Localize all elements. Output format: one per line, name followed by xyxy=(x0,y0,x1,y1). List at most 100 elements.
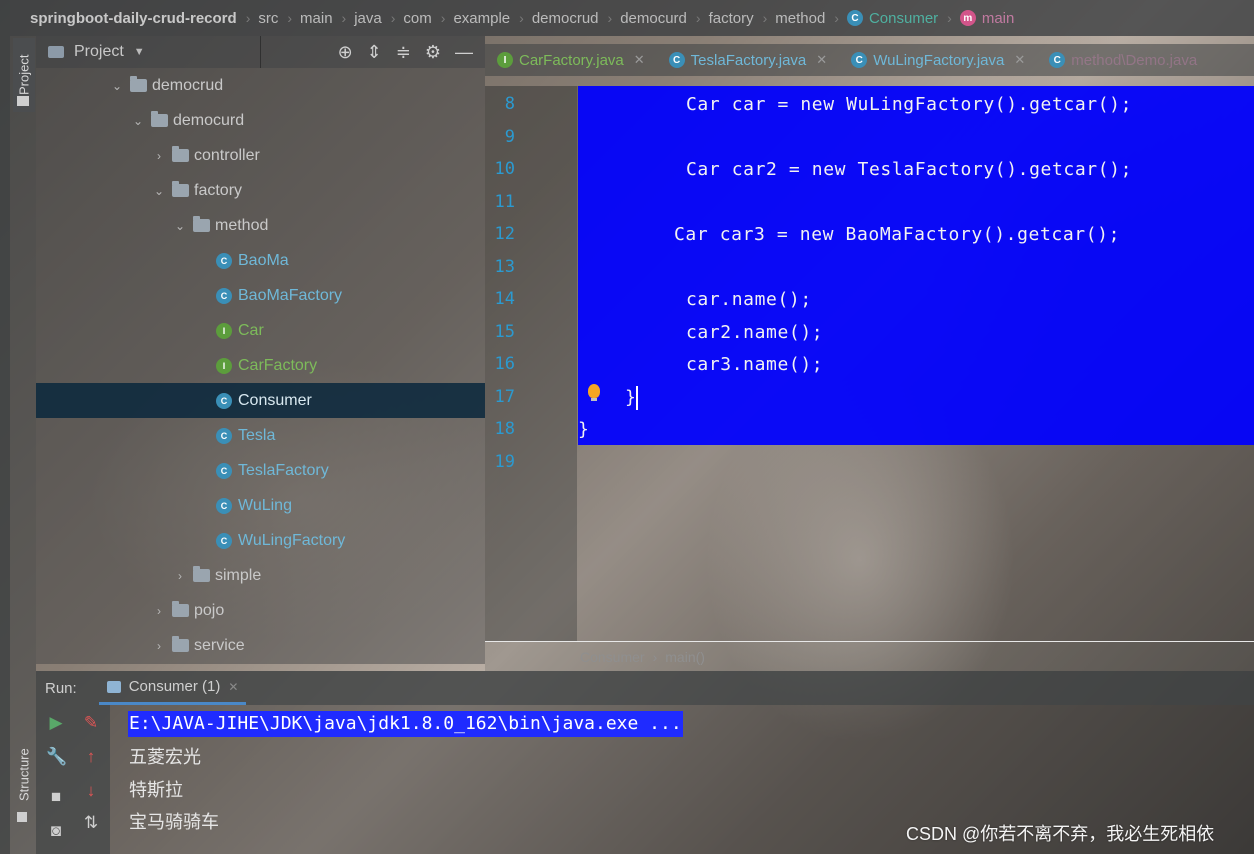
code-line-12[interactable]: Car car3 = new BaoMaFactory().getcar(); xyxy=(674,224,1120,245)
chevron-right-icon[interactable]: › xyxy=(173,569,187,583)
tree-folder-democurd[interactable]: ⌄ democurd xyxy=(36,103,485,138)
interface-icon: I xyxy=(216,322,232,339)
class-icon: C xyxy=(216,497,232,514)
breadcrumb-separator: › xyxy=(245,10,251,26)
chevron-down-icon[interactable]: ⌄ xyxy=(152,184,166,198)
arrow-down-icon[interactable]: ↓ xyxy=(81,781,101,801)
breadcrumb-democrud[interactable]: democrud xyxy=(532,10,599,27)
breadcrumb-method-main[interactable]: m main xyxy=(959,10,1014,27)
breadcrumb-democurd[interactable]: democurd xyxy=(620,10,687,27)
tree-class-baomafactory[interactable]: C BaoMaFactory xyxy=(36,278,485,313)
breadcrumb-com[interactable]: com xyxy=(403,10,431,27)
breadcrumb-factory[interactable]: factory xyxy=(709,10,754,27)
close-icon[interactable]: ✕ xyxy=(228,680,238,694)
gear-icon[interactable]: ⚙ xyxy=(425,42,441,63)
structure-side-tab[interactable]: Structure xyxy=(13,740,35,810)
project-panel-title[interactable]: Project xyxy=(74,43,124,61)
tree-label: WuLingFactory xyxy=(238,531,346,549)
tab-label: WuLingFactory.java xyxy=(873,51,1005,69)
tree-class-tesla[interactable]: C Tesla xyxy=(36,418,485,453)
chevron-down-icon[interactable]: ⌄ xyxy=(131,114,145,128)
tab-carfactory[interactable]: I CarFactory.java ✕ xyxy=(485,44,657,76)
breadcrumb-src[interactable]: src xyxy=(258,10,278,27)
camera-icon[interactable]: ◙ xyxy=(46,821,66,841)
locate-icon[interactable]: ⊕ xyxy=(338,42,353,63)
console-output-line: 宝马骑骑车 xyxy=(129,812,219,833)
chevron-right-icon[interactable]: › xyxy=(152,639,166,653)
footer-method[interactable]: main() xyxy=(665,649,705,665)
breadcrumb-main[interactable]: main xyxy=(300,10,333,27)
footer-class[interactable]: Consumer xyxy=(580,649,645,665)
code-line-8[interactable]: Car car = new WuLingFactory().getcar(); xyxy=(686,94,1132,115)
project-folder-icon xyxy=(48,46,64,58)
tree-class-consumer[interactable]: C Consumer xyxy=(36,383,485,418)
breadcrumb-java[interactable]: java xyxy=(354,10,382,27)
tree-class-teslafactory[interactable]: C TeslaFactory xyxy=(36,453,485,488)
run-tab-consumer[interactable]: Consumer (1) ✕ xyxy=(98,671,247,705)
tool-window-strip xyxy=(10,36,36,854)
chevron-right-icon[interactable]: › xyxy=(152,604,166,618)
breadcrumb-class[interactable]: C Consumer xyxy=(846,10,938,27)
line-number-gutter: 8 9 10 11 12 13 14 15 16 17 18 19 xyxy=(485,86,577,641)
tree-interface-car[interactable]: I Car xyxy=(36,313,485,348)
folder-icon xyxy=(17,96,29,106)
tab-teslafactory[interactable]: C TeslaFactory.java ✕ xyxy=(657,44,840,76)
arrow-up-icon[interactable]: ↑ xyxy=(81,747,101,767)
tree-label: BaoMaFactory xyxy=(238,286,343,304)
lightbulb-icon[interactable] xyxy=(588,384,600,401)
breadcrumb-method[interactable]: method xyxy=(775,10,825,27)
wrench-icon[interactable]: 🔧 xyxy=(46,747,67,767)
tree-label: controller xyxy=(194,146,260,164)
tree-interface-carfactory[interactable]: I CarFactory xyxy=(36,348,485,383)
breadcrumb-separator: › xyxy=(607,10,613,26)
code-line-14[interactable]: car.name(); xyxy=(686,289,812,310)
code-line-16[interactable]: car3.name(); xyxy=(686,354,823,375)
tab-wulingfactory[interactable]: C WuLingFactory.java ✕ xyxy=(839,44,1037,76)
tree-folder-democrud[interactable]: ⌄ democrud xyxy=(36,68,485,103)
stop-icon[interactable]: ■ xyxy=(46,787,66,807)
close-icon[interactable]: ✕ xyxy=(816,52,827,68)
window-edge xyxy=(0,0,10,854)
tree-class-baoma[interactable]: C BaoMa xyxy=(36,243,485,278)
tree-class-wuling[interactable]: C WuLing xyxy=(36,488,485,523)
breadcrumb: springboot-daily-crud-record › src › mai… xyxy=(10,0,1254,36)
chevron-down-icon[interactable]: ⌄ xyxy=(173,219,187,233)
minimize-icon[interactable]: — xyxy=(455,42,473,63)
tree-class-wulingfactory[interactable]: C WuLingFactory xyxy=(36,523,485,558)
close-icon[interactable]: ✕ xyxy=(634,52,645,68)
tree-folder-pojo[interactable]: › pojo xyxy=(36,593,485,628)
breadcrumb-project[interactable]: springboot-daily-crud-record xyxy=(30,10,237,27)
code-line-18[interactable]: } xyxy=(578,419,589,440)
tree-folder-simple[interactable]: › simple xyxy=(36,558,485,593)
tab-label: method\Demo.java xyxy=(1071,51,1198,69)
clear-icon[interactable]: ✎ xyxy=(81,713,101,733)
code-line-17[interactable]: } xyxy=(625,387,636,408)
class-icon: C xyxy=(216,462,232,479)
tree-folder-controller[interactable]: › controller xyxy=(36,138,485,173)
line-number: 17 xyxy=(494,387,515,407)
tree-folder-method[interactable]: ⌄ method xyxy=(36,208,485,243)
folder-icon xyxy=(151,111,168,127)
chevron-down-icon[interactable]: ⌄ xyxy=(110,79,124,93)
tree-label: BaoMa xyxy=(238,251,289,269)
code-line-10[interactable]: Car car2 = new TeslaFactory().getcar(); xyxy=(686,159,1132,180)
run-label: Run: xyxy=(45,679,77,697)
code-editor[interactable]: 8 9 10 11 12 13 14 15 16 17 18 19 Car ca… xyxy=(485,86,1254,641)
tree-label: democrud xyxy=(152,76,224,94)
chevron-right-icon[interactable]: › xyxy=(152,149,166,163)
sort-icon[interactable]: ⇅ xyxy=(81,813,101,833)
tree-label: simple xyxy=(215,566,262,584)
breadcrumb-separator: › xyxy=(695,10,701,26)
tree-label: TeslaFactory xyxy=(238,461,329,479)
breadcrumb-example[interactable]: example xyxy=(453,10,510,27)
code-line-15[interactable]: car2.name(); xyxy=(686,322,823,343)
play-icon[interactable]: ▶ xyxy=(46,713,66,733)
tree-folder-factory[interactable]: ⌄ factory xyxy=(36,173,485,208)
chevron-down-icon[interactable]: ▼ xyxy=(134,46,145,58)
class-icon: C xyxy=(216,427,232,444)
tree-folder-service[interactable]: › service xyxy=(36,628,485,663)
collapse-all-icon[interactable]: ≑ xyxy=(396,42,411,63)
expand-all-icon[interactable]: ⇕ xyxy=(367,42,382,63)
close-icon[interactable]: ✕ xyxy=(1014,52,1025,68)
tab-overflow[interactable]: C method\Demo.java xyxy=(1037,44,1209,76)
